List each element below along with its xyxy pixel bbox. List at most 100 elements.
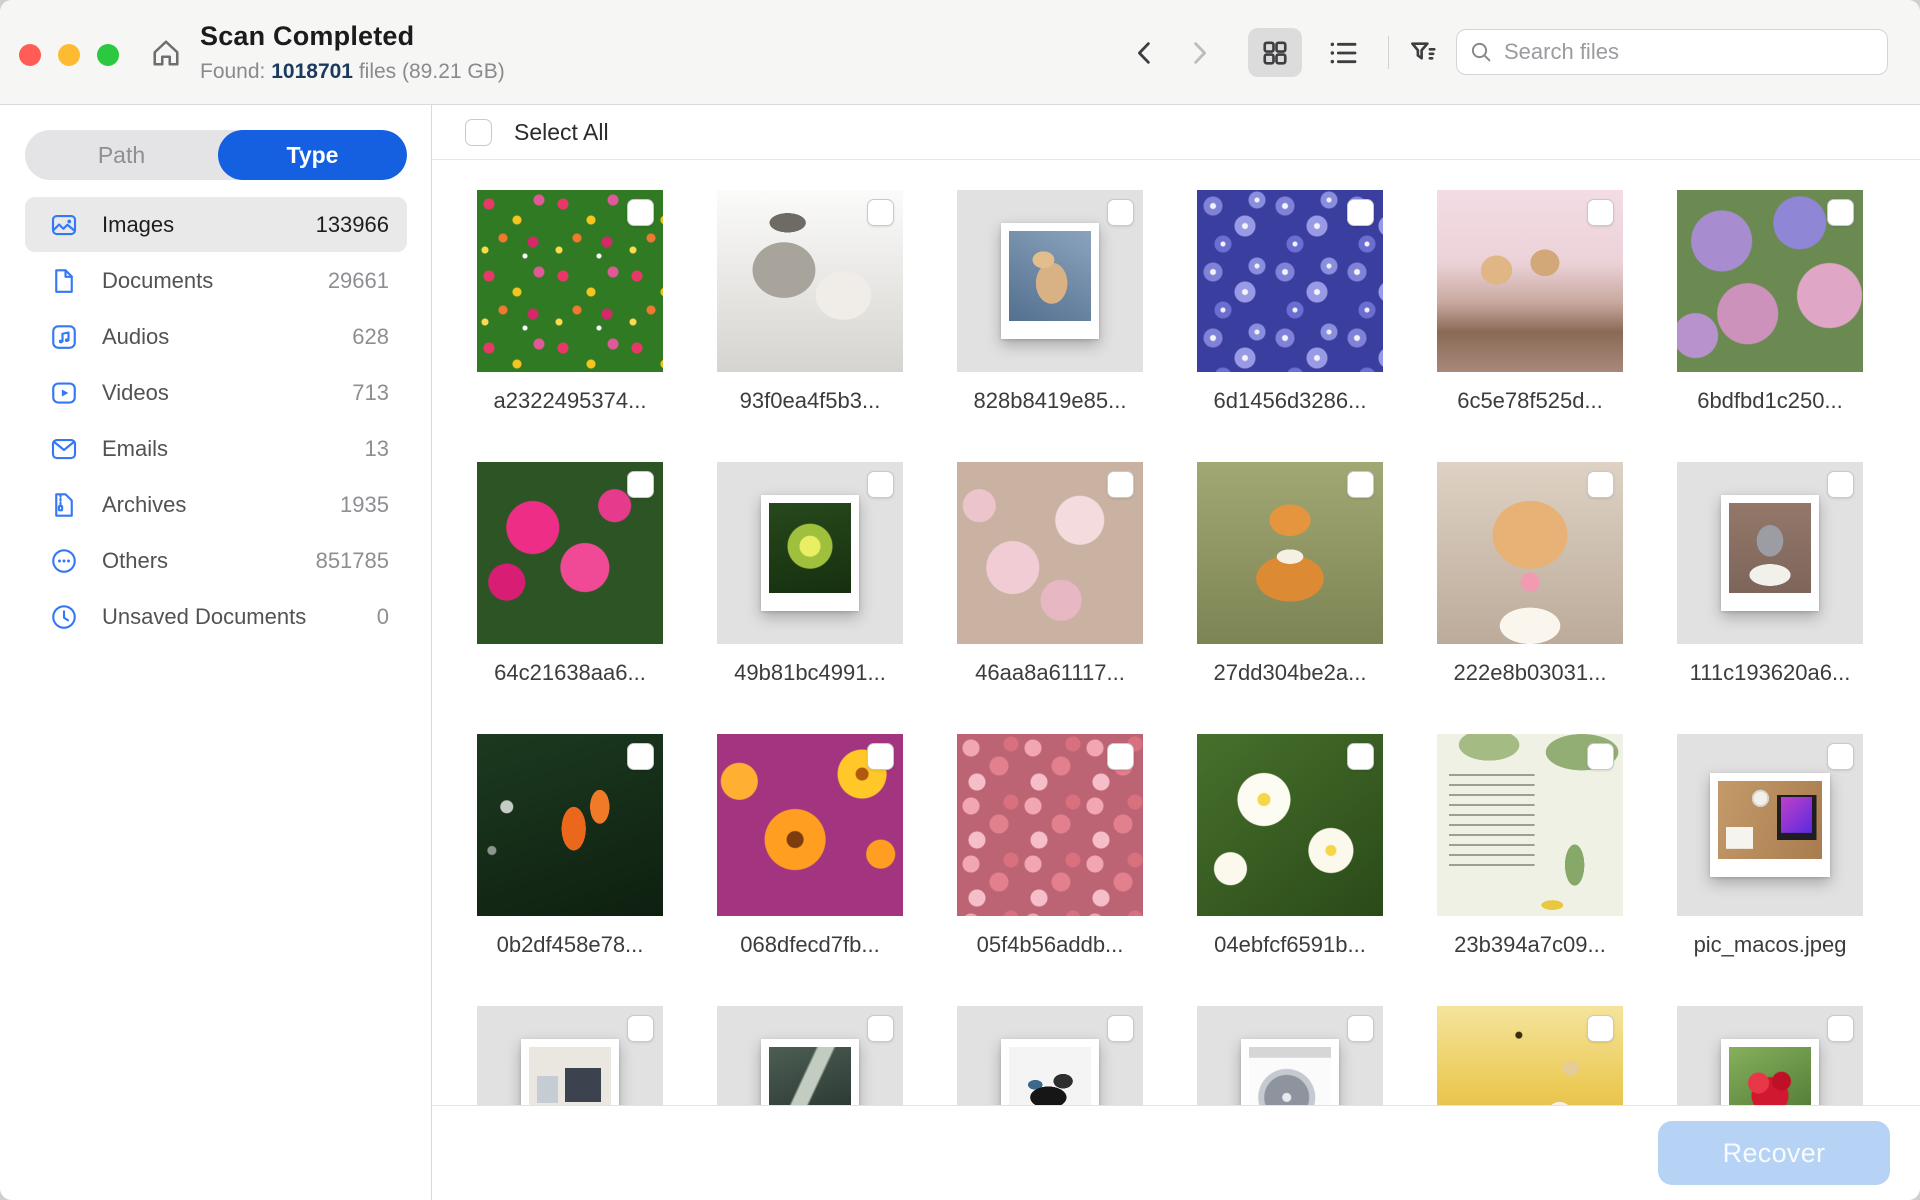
category-label: Others [102,548,316,574]
file-tile[interactable] [717,462,903,644]
file-name: 6c5e78f525d... [1437,388,1623,414]
file-tile[interactable] [1197,734,1383,916]
tile-checkbox[interactable] [627,199,654,226]
tile-checkbox[interactable] [1827,471,1854,498]
red-flower-photo [1729,1047,1811,1105]
file-tile[interactable] [477,734,663,916]
tile-checkbox[interactable] [1587,471,1614,498]
category-count: 1935 [340,492,389,518]
tile-checkbox[interactable] [1587,1015,1614,1042]
back-button[interactable] [1126,34,1164,72]
file-name: 04ebfcf6591b... [1197,932,1383,958]
zoom-button[interactable] [97,44,119,66]
grid-cell [1437,1006,1623,1105]
file-tile[interactable] [477,1006,663,1105]
tile-checkbox[interactable] [867,1015,894,1042]
grid-cell: 49b81bc4991... [717,462,903,734]
file-tile[interactable] [1677,462,1863,644]
sidebar-item-audios[interactable]: Audios628 [25,309,407,364]
tab-type[interactable]: Type [218,130,407,180]
sidebar-item-archives[interactable]: Archives1935 [25,477,407,532]
tile-checkbox[interactable] [1347,743,1374,770]
tile-checkbox[interactable] [1107,199,1134,226]
sidebar-item-documents[interactable]: Documents29661 [25,253,407,308]
grid-view-button[interactable] [1248,28,1302,77]
polaroid-frame [521,1039,619,1105]
select-all-checkbox[interactable] [465,119,492,146]
tile-checkbox[interactable] [1827,1015,1854,1042]
file-tile[interactable] [1197,190,1383,372]
sidebar-item-others[interactable]: Others851785 [25,533,407,588]
grid-cell: 64c21638aa6... [477,462,663,734]
tile-checkbox[interactable] [1107,471,1134,498]
file-tile[interactable] [957,462,1143,644]
tile-checkbox[interactable] [1347,1015,1374,1042]
file-tile[interactable] [1437,1006,1623,1105]
file-tile[interactable] [1677,190,1863,372]
tile-checkbox[interactable] [627,1015,654,1042]
category-count: 133966 [316,212,389,238]
sidebar-item-images[interactable]: Images133966 [25,197,407,252]
tile-checkbox[interactable] [1587,743,1614,770]
tile-checkbox[interactable] [627,471,654,498]
file-tile[interactable] [1437,190,1623,372]
tile-checkbox[interactable] [1587,199,1614,226]
category-label: Archives [102,492,340,518]
tile-checkbox[interactable] [867,199,894,226]
tile-checkbox[interactable] [1827,199,1854,226]
sidebar-item-unsaved-documents[interactable]: Unsaved Documents0 [25,589,407,644]
category-count: 13 [365,436,389,462]
tile-checkbox[interactable] [1107,743,1134,770]
grid-cell: 828b8419e85... [957,190,1143,462]
file-tile[interactable] [1197,462,1383,644]
list-view-button[interactable] [1320,32,1366,73]
minimize-button[interactable] [58,44,80,66]
file-tile[interactable] [957,190,1143,372]
file-tile[interactable] [477,462,663,644]
header-titles: Scan Completed Found: 1018701 files (89.… [200,21,505,84]
tile-checkbox[interactable] [627,743,654,770]
category-label: Videos [102,380,352,406]
forward-button[interactable] [1180,34,1218,72]
file-tile[interactable] [1677,1006,1863,1105]
sidebar-item-emails[interactable]: Emails13 [25,421,407,476]
search-input[interactable] [1502,38,1875,66]
sidebar: Path Type Images133966Documents29661Audi… [0,105,432,1200]
polaroid-frame [1001,223,1099,339]
file-tile[interactable] [1437,462,1623,644]
traffic-lights [19,44,119,66]
category-label: Emails [102,436,365,462]
home-button[interactable] [146,34,186,74]
file-tile[interactable] [717,734,903,916]
close-button[interactable] [19,44,41,66]
file-tile[interactable] [1677,734,1863,916]
emails-icon [49,434,79,464]
file-name: 46aa8a61117... [957,660,1143,686]
recover-button[interactable]: Recover [1658,1121,1890,1185]
grid-cell: 068dfecd7fb... [717,734,903,1006]
file-name: pic_macos.jpeg [1677,932,1863,958]
tile-checkbox[interactable] [1827,743,1854,770]
tile-checkbox[interactable] [867,471,894,498]
category-label: Unsaved Documents [102,604,377,630]
file-tile[interactable] [717,1006,903,1105]
grid-cell: 23b394a7c09... [1437,734,1623,1006]
tile-checkbox[interactable] [1347,471,1374,498]
file-tile[interactable] [1197,1006,1383,1105]
tab-path[interactable]: Path [25,130,218,180]
tile-checkbox[interactable] [1347,199,1374,226]
file-tile[interactable] [1437,734,1623,916]
file-tile[interactable] [477,190,663,372]
file-tile[interactable] [957,1006,1143,1105]
sidebar-item-videos[interactable]: Videos713 [25,365,407,420]
tile-checkbox[interactable] [867,743,894,770]
grid-cell: 222e8b03031... [1437,462,1623,734]
search-icon [1469,40,1493,64]
file-tile[interactable] [717,190,903,372]
cat-blue-photo [1009,231,1091,321]
tile-checkbox[interactable] [1107,1015,1134,1042]
filter-button[interactable] [1400,32,1446,73]
grid-cell: 0b2df458e78... [477,734,663,1006]
file-grid-scroll-area[interactable]: a2322495374...93f0ea4f5b3...828b8419e85.… [432,160,1920,1105]
file-tile[interactable] [957,734,1143,916]
